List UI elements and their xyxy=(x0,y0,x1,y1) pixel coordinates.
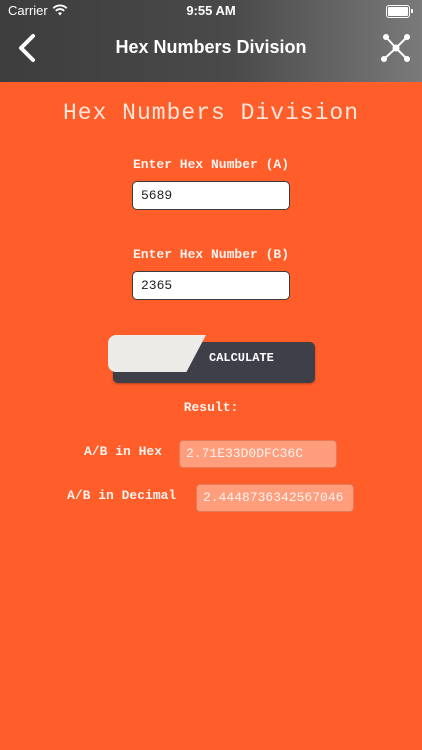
status-bar: Carrier 9:55 AM xyxy=(0,0,422,22)
chevron-left-icon[interactable] xyxy=(12,32,44,64)
hex-a-input[interactable]: 5689 xyxy=(132,181,290,210)
decimal-result-label: A/B in Decimal xyxy=(67,488,177,503)
decimal-result-field: 2.4448736342567046 xyxy=(196,484,354,512)
top-bar: Carrier 9:55 AM Hex Numbers Division xyxy=(0,0,422,82)
input-a-label: Enter Hex Number (A) xyxy=(132,157,290,172)
navigation-bar: Hex Numbers Division xyxy=(0,22,422,82)
hex-b-input[interactable]: 2365 xyxy=(132,271,290,300)
battery-icon xyxy=(386,5,413,18)
result-title: Result: xyxy=(183,400,239,415)
page-heading: Hex Numbers Division xyxy=(62,100,360,126)
nav-title: Hex Numbers Division xyxy=(115,37,307,57)
input-b-label: Enter Hex Number (B) xyxy=(132,247,290,262)
status-time: 9:55 AM xyxy=(186,3,236,18)
hex-result-label: A/B in Hex xyxy=(84,444,163,459)
hex-result-field: 2.71E33D0DFC36C xyxy=(179,440,337,468)
share-network-icon[interactable] xyxy=(380,32,412,64)
calculate-button-label: CALCULATE xyxy=(209,351,274,365)
